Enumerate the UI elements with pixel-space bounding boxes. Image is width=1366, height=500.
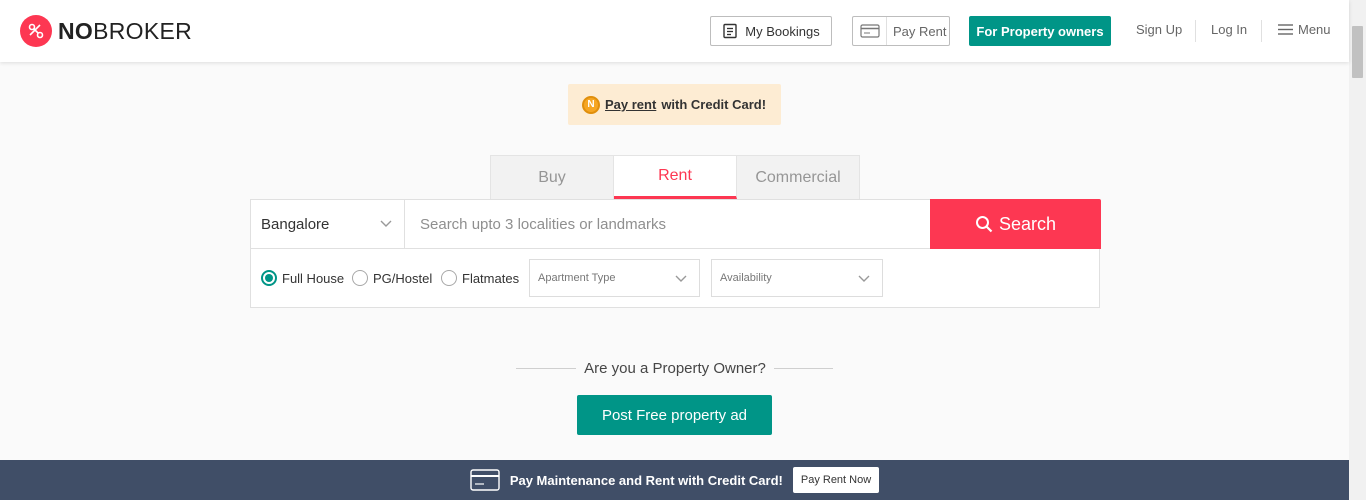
tab-buy[interactable]: Buy — [491, 156, 614, 199]
search-icon — [975, 216, 993, 233]
nobroker-logo-icon — [20, 15, 52, 47]
radio-label: Flatmates — [462, 270, 520, 286]
menu-icon — [1278, 24, 1293, 35]
nocoin-icon: N — [582, 95, 600, 114]
divider-line — [516, 368, 576, 369]
search-panel: Bangalore Search Full House PG/Hostel Fl… — [250, 199, 1101, 308]
radio-dot — [441, 270, 457, 286]
scrollbar-thumb[interactable] — [1352, 26, 1363, 78]
nav-divider — [1195, 20, 1196, 42]
my-bookings-label: My Bookings — [745, 23, 820, 39]
city-value: Bangalore — [261, 215, 330, 233]
nobroker-logo[interactable]: NOBROKER — [20, 15, 192, 47]
bookings-icon — [723, 23, 737, 39]
search-button-label: Search — [998, 213, 1057, 234]
pay-rent-button[interactable]: Pay Rent — [852, 16, 950, 46]
page-scrollbar[interactable] — [1349, 0, 1366, 500]
for-property-owners-button[interactable]: For Property owners — [969, 16, 1111, 46]
pay-rent-now-button[interactable]: Pay Rent Now — [792, 467, 880, 493]
strip-text: Pay Maintenance and Rent with Credit Car… — [509, 472, 783, 488]
top-navbar: NOBROKER My Bookings Pay Rent For Proper… — [0, 0, 1349, 62]
availability-label: Availability — [720, 272, 772, 284]
apartment-type-dropdown[interactable]: Apartment Type — [529, 259, 700, 297]
tab-commercial[interactable]: Commercial — [737, 156, 859, 199]
apartment-type-label: Apartment Type — [538, 272, 616, 284]
pay-rent-promo-banner: N Pay rent with Credit Card! — [568, 84, 781, 125]
menu-button[interactable]: Menu — [1278, 22, 1331, 37]
log-in-link[interactable]: Log In — [1211, 22, 1247, 37]
pay-rent-strip: Pay Maintenance and Rent with Credit Car… — [0, 460, 1349, 500]
brand-name: NOBROKER — [58, 17, 193, 44]
chevron-down-icon — [675, 275, 687, 282]
radio-dot — [261, 270, 277, 286]
credit-card-icon — [470, 469, 500, 491]
radio-full-house[interactable]: Full House — [261, 270, 344, 286]
divider-line — [774, 368, 833, 369]
radio-pg-hostel[interactable]: PG/Hostel — [352, 270, 432, 286]
radio-flatmates[interactable]: Flatmates — [441, 270, 519, 286]
city-select[interactable]: Bangalore — [251, 200, 405, 249]
menu-label: Menu — [1298, 22, 1331, 37]
promo-text: with Credit Card! — [661, 97, 767, 112]
post-free-ad-button[interactable]: Post Free property ad — [577, 395, 772, 435]
tab-rent[interactable]: Rent — [614, 156, 737, 199]
my-bookings-button[interactable]: My Bookings — [710, 16, 832, 46]
pay-rent-label: Pay Rent — [893, 23, 947, 39]
availability-dropdown[interactable]: Availability — [711, 259, 883, 297]
search-button[interactable]: Search — [930, 199, 1101, 249]
chevron-down-icon — [380, 220, 392, 227]
nav-divider — [1261, 20, 1262, 42]
locality-search-input[interactable] — [405, 200, 930, 249]
radio-label: PG/Hostel — [373, 270, 433, 286]
chevron-down-icon — [858, 275, 870, 282]
pay-rent-link[interactable]: Pay rent — [605, 97, 656, 112]
search-tabs: Buy Rent Commercial — [490, 155, 860, 199]
radio-dot — [352, 270, 368, 286]
property-owner-question: Are you a Property Owner? — [584, 360, 766, 377]
card-icon — [853, 17, 887, 45]
sign-up-link[interactable]: Sign Up — [1136, 22, 1182, 37]
radio-label: Full House — [282, 270, 345, 286]
